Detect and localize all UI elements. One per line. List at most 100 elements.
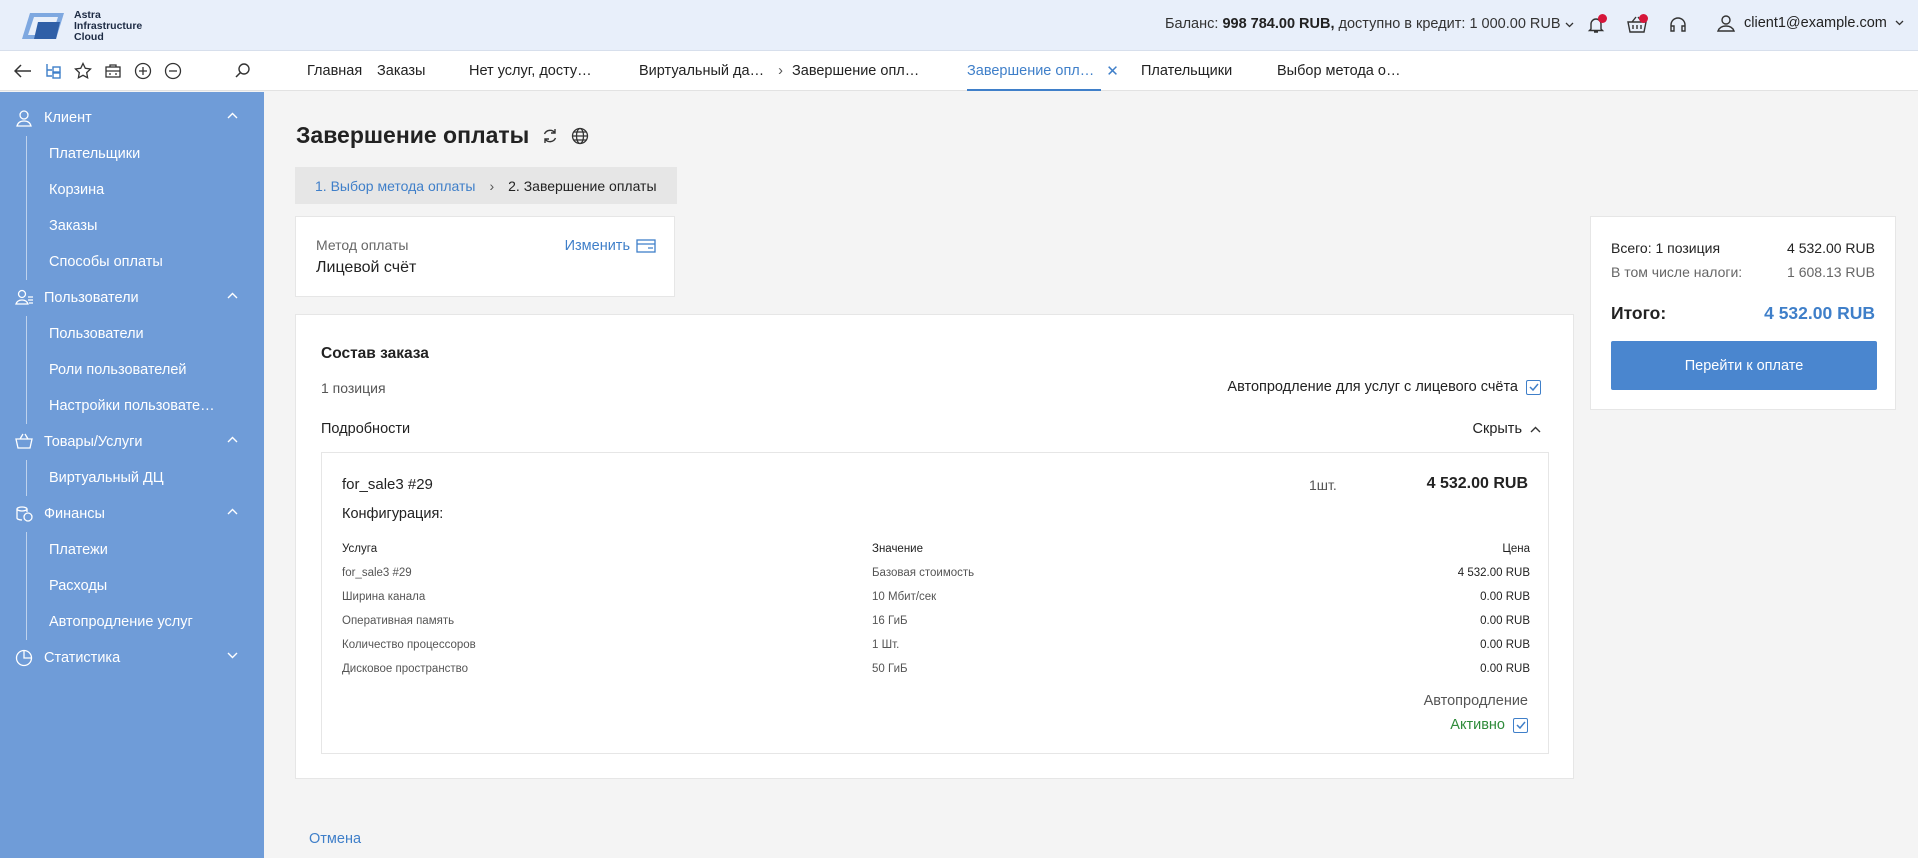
- sidebar-item-user-settings[interactable]: Настройки пользовате…: [0, 388, 264, 424]
- sidebar-item-virtual-dc[interactable]: Виртуальный ДЦ: [0, 460, 264, 496]
- chevron-right-icon: ›: [489, 177, 495, 194]
- coins-icon: [14, 504, 36, 524]
- sidebar-item-orders[interactable]: Заказы: [0, 208, 264, 244]
- client-icon: [14, 108, 36, 128]
- table-row: Оперативная память 16 ГиБ 0.00 RUB: [342, 609, 1530, 633]
- tab-payment-method[interactable]: Выбор метода о…: [1267, 51, 1407, 91]
- bell-icon[interactable]: [1583, 12, 1609, 38]
- user-menu[interactable]: client1@example.com: [1716, 13, 1904, 33]
- cell-value: Базовая стоимость: [872, 567, 975, 579]
- sidebar-item-label: Корзина: [49, 182, 105, 198]
- cell-service: Ширина канала: [342, 591, 426, 603]
- basket-icon[interactable]: [1624, 12, 1650, 38]
- autorenew-status-text: Активно: [1450, 717, 1505, 733]
- payment-method-label: Метод оплаты: [316, 237, 409, 253]
- cell-service: for_sale3 #29: [342, 567, 412, 579]
- sidebar-item-payers[interactable]: Плательщики: [0, 136, 264, 172]
- sidebar-item-users[interactable]: Пользователи: [0, 316, 264, 352]
- table-row: Ширина канала 10 Мбит/сек 0.00 RUB: [342, 585, 1530, 609]
- tab-label: Заказы: [377, 63, 426, 79]
- item-quantity: 1шт.: [1309, 477, 1337, 493]
- logo-icon: [22, 13, 64, 39]
- change-method-button[interactable]: Изменить: [565, 238, 656, 254]
- page-title-text: Завершение оплаты: [296, 122, 530, 148]
- table-row: for_sale3 #29 Базовая стоимость 4 532.00…: [342, 561, 1530, 585]
- sidebar-item-label: Расходы: [49, 578, 108, 594]
- headset-icon[interactable]: [1665, 12, 1691, 38]
- sidebar-item-label: Способы оплаты: [49, 254, 163, 270]
- tab-label: Виртуальный да…: [639, 63, 765, 79]
- sidebar-group-label: Товары/Услуги: [44, 434, 143, 450]
- close-icon[interactable]: ✕: [1106, 62, 1119, 80]
- summary-grand-row: Итого: 4 532.00 RUB: [1611, 303, 1875, 324]
- tree-icon[interactable]: [42, 60, 64, 82]
- sidebar-item-label: Настройки пользовате…: [49, 398, 215, 414]
- search-icon[interactable]: [232, 60, 254, 82]
- sidebar-group-goods[interactable]: Товары/Услуги: [0, 424, 264, 460]
- tab-orders[interactable]: Заказы: [367, 51, 459, 91]
- sidebar-item-label: Платежи: [49, 542, 108, 558]
- step-complete-payment: 2. Завершение оплаты: [508, 177, 657, 194]
- cell-service: Количество процессоров: [342, 639, 476, 651]
- cell-price: 0.00 RUB: [1480, 615, 1530, 627]
- column-header-price: Цена: [1502, 543, 1530, 555]
- hide-details-button[interactable]: Скрыть: [1473, 421, 1542, 437]
- sidebar-group-finance[interactable]: Финансы: [0, 496, 264, 532]
- globe-icon[interactable]: [571, 127, 589, 145]
- tab-payment-completion-1[interactable]: Завершение опл…: [782, 51, 957, 91]
- logo[interactable]: Astra Infrastructure Cloud: [18, 9, 154, 43]
- summary-grand-label: Итого:: [1611, 303, 1667, 323]
- tab-payers[interactable]: Плательщики: [1131, 51, 1267, 91]
- sidebar: Клиент Плательщики Корзина Заказы Способ…: [0, 92, 264, 858]
- summary-tax-row: В том числе налоги: 1 608.13 RUB: [1611, 264, 1875, 280]
- sidebar-item-label: Заказы: [49, 218, 98, 234]
- cancel-link[interactable]: Отмена: [309, 831, 361, 847]
- cell-value: 1 Шт.: [872, 639, 900, 651]
- item-autorenew-status[interactable]: Активно: [1450, 717, 1528, 733]
- sidebar-group-label: Клиент: [44, 110, 92, 126]
- sidebar-item-autorenew[interactable]: Автопродление услуг: [0, 604, 264, 640]
- top-bar: Astra Infrastructure Cloud Баланс: 998 7…: [0, 0, 1918, 51]
- hide-label: Скрыть: [1472, 421, 1523, 437]
- credit-value: 1 000.00 RUB: [1469, 16, 1561, 32]
- chevron-up-icon: [227, 292, 238, 299]
- tab-main[interactable]: Главная: [297, 51, 367, 91]
- chevron-up-icon: [227, 112, 238, 119]
- sidebar-group-users[interactable]: Пользователи: [0, 280, 264, 316]
- balance-info[interactable]: Баланс: 998 784.00 RUB, доступно в креди…: [1165, 16, 1574, 32]
- cell-value: 10 Мбит/сек: [872, 591, 937, 603]
- minus-circle-icon[interactable]: [162, 60, 184, 82]
- step-choose-method[interactable]: 1. Выбор метода оплаты: [315, 178, 475, 194]
- order-count: 1 позиция: [321, 380, 386, 396]
- autorenew-account-toggle[interactable]: Автопродление для услуг с лицевого счёта: [1227, 379, 1541, 395]
- pie-chart-icon: [14, 648, 36, 668]
- tab-label: Главная: [307, 63, 363, 79]
- tab-no-services[interactable]: Нет услуг, досту…: [459, 51, 629, 91]
- sidebar-group-client[interactable]: Клиент: [0, 100, 264, 136]
- item-price: 4 532.00 RUB: [1426, 475, 1528, 492]
- table-header-row: Услуга Значение Цена: [342, 537, 1530, 561]
- sidebar-item-cart[interactable]: Корзина: [0, 172, 264, 208]
- tab-virtual-dc[interactable]: Виртуальный да… ›: [629, 51, 783, 91]
- briefcase-icon[interactable]: [102, 60, 124, 82]
- tab-payment-completion-2[interactable]: Завершение опл… ✕: [957, 51, 1131, 91]
- sidebar-group-statistics[interactable]: Статистика: [0, 640, 264, 676]
- cell-price: 0.00 RUB: [1480, 663, 1530, 675]
- sidebar-item-payments[interactable]: Платежи: [0, 532, 264, 568]
- star-icon[interactable]: [72, 60, 94, 82]
- plus-circle-icon[interactable]: [132, 60, 154, 82]
- back-icon[interactable]: [12, 60, 34, 82]
- refresh-icon[interactable]: [541, 127, 559, 145]
- sidebar-item-label: Плательщики: [49, 146, 141, 162]
- autorenew-checkbox[interactable]: [1526, 379, 1541, 395]
- item-autorenew-checkbox[interactable]: [1513, 717, 1528, 733]
- tab-label: Плательщики: [1141, 63, 1233, 79]
- page-title: Завершение оплаты: [296, 122, 589, 149]
- go-to-payment-button[interactable]: Перейти к оплате: [1611, 341, 1877, 390]
- sidebar-item-expenses[interactable]: Расходы: [0, 568, 264, 604]
- item-autorenew-label: Автопродление: [1423, 693, 1528, 709]
- change-method-label: Изменить: [564, 238, 630, 254]
- sidebar-item-user-roles[interactable]: Роли пользователей: [0, 352, 264, 388]
- order-composition-card: Состав заказа 1 позиция Автопродление дл…: [295, 314, 1574, 779]
- sidebar-item-payment-methods[interactable]: Способы оплаты: [0, 244, 264, 280]
